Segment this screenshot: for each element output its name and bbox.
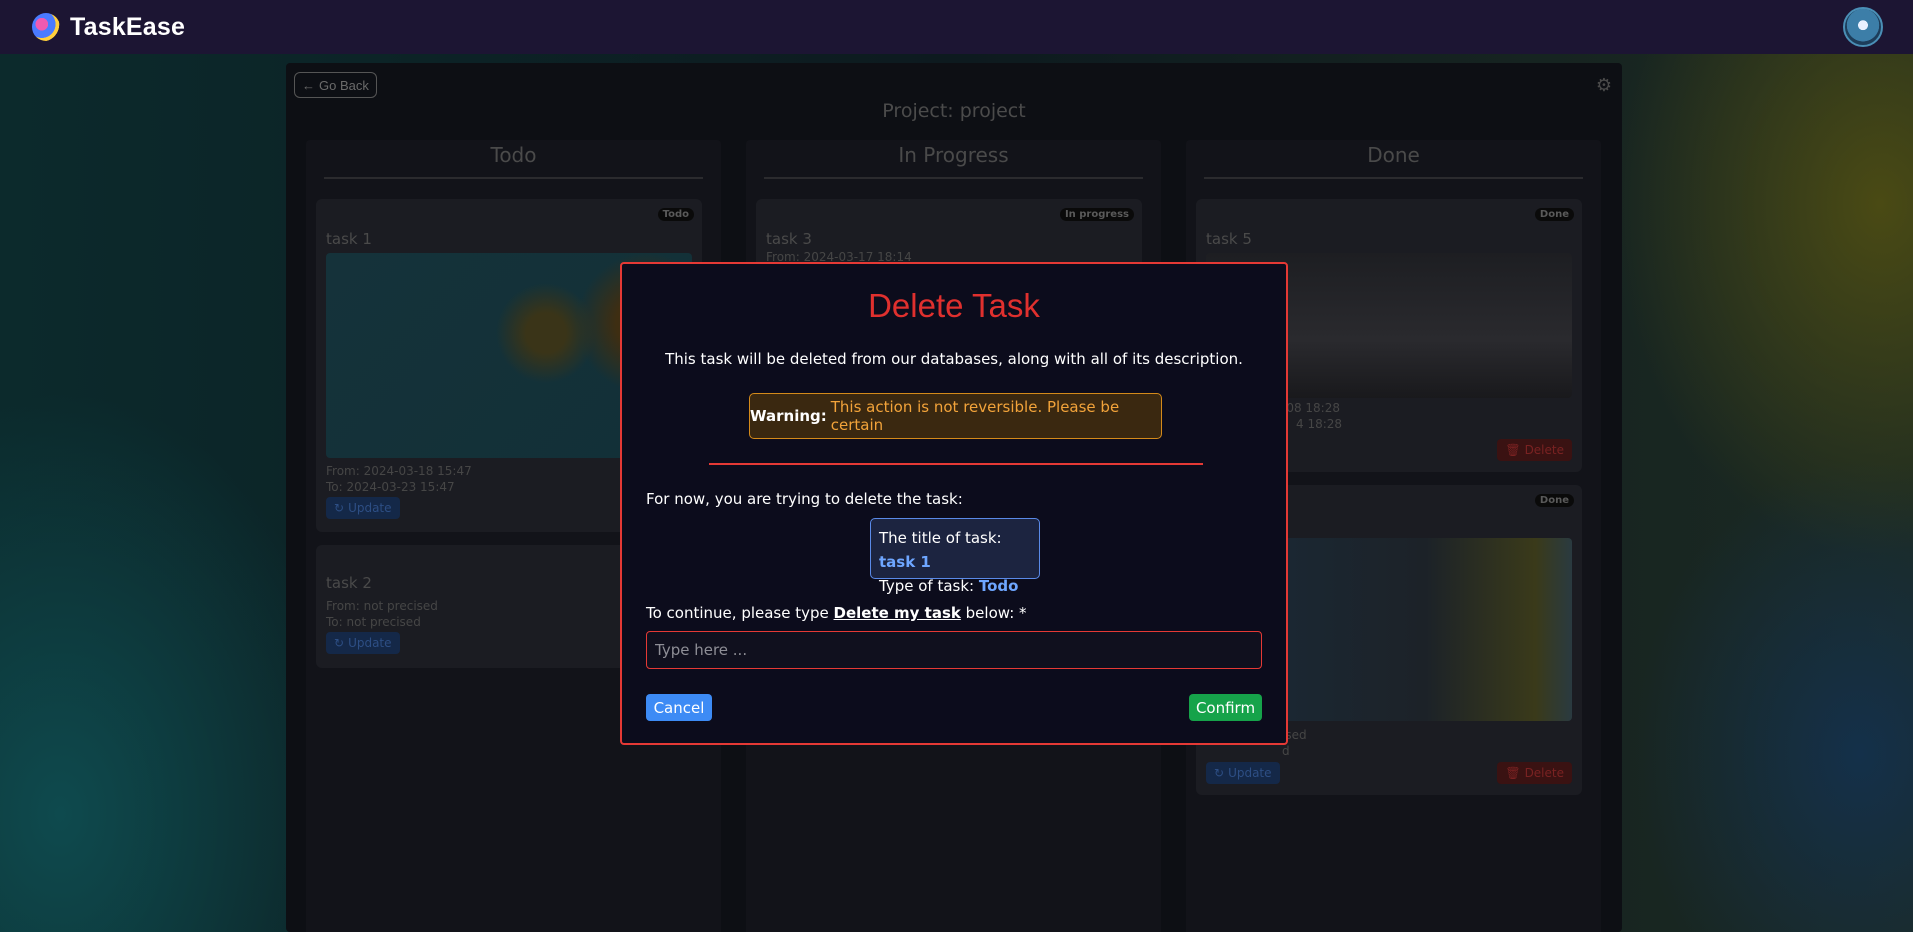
update-button[interactable]: ↻ Update (326, 497, 400, 519)
warning-text: This action is not reversible. Please be… (830, 398, 1120, 434)
task-title: task 3 (766, 230, 812, 248)
task-to-date: To: not precised (326, 615, 421, 629)
navbar: TaskEase (0, 0, 1913, 54)
delete-label: Delete (1524, 766, 1564, 780)
confirm-instructions: To continue, please type Delete my task … (646, 604, 1027, 622)
go-back-label: Go Back (319, 77, 369, 93)
task-info-box: The title of task: task 1 Type of task: … (870, 518, 1040, 595)
delete-task-modal: Delete Task This task will be deleted fr… (620, 262, 1288, 745)
task-from-date: -08 18:28 (1282, 401, 1340, 415)
task-title-value: task 1 (879, 553, 931, 571)
divider (709, 463, 1203, 465)
arrow-left-icon: ← (302, 77, 315, 93)
task-from-date: From: 2024-03-18 15:47 (326, 464, 472, 478)
update-label: Update (1228, 766, 1272, 780)
instructions-suffix: below: * (965, 604, 1027, 622)
refresh-icon: ↻ (334, 501, 345, 515)
task-title-label: The title of task: (879, 529, 1002, 547)
confirm-phrase-input[interactable] (646, 631, 1262, 669)
confirm-button[interactable]: Confirm (1189, 694, 1262, 721)
task-to-date: d (1282, 744, 1290, 758)
warning-box: Warning: This action is not reversible. … (749, 393, 1162, 439)
gear-icon[interactable]: ⚙ (1596, 75, 1612, 96)
task-to-date: To: 2024-03-23 15:47 (326, 480, 455, 494)
task-to-date: 4 18:28 (1296, 417, 1343, 431)
modal-description: This task will be deleted from our datab… (665, 350, 1243, 368)
modal-title: Delete Task (868, 287, 1040, 324)
user-avatar[interactable] (1843, 7, 1883, 47)
task-title: task 2 (326, 574, 372, 592)
task-title: task 5 (1206, 230, 1252, 248)
status-badge: In progress (1059, 208, 1134, 221)
refresh-icon: ↻ (1214, 766, 1225, 780)
brand[interactable]: TaskEase (32, 13, 185, 42)
warning-label: Warning: (750, 407, 827, 425)
app-logo-icon (32, 13, 60, 41)
refresh-icon: ↻ (334, 636, 345, 650)
trash-icon: 🗑 (1505, 443, 1521, 457)
task-type-row: Type of task: Todo (879, 574, 1031, 598)
delete-label: Delete (1524, 443, 1564, 457)
instructions-prefix: To continue, please type (646, 604, 829, 622)
task-from-date: From: not precised (326, 599, 438, 613)
task-title-row: The title of task: task 1 (879, 526, 1031, 574)
column-title: In Progress (764, 143, 1143, 179)
project-title: Project: project (882, 100, 1026, 122)
delete-button[interactable]: 🗑 Delete (1497, 439, 1572, 461)
column-title: Todo (324, 143, 703, 179)
update-label: Update (348, 636, 392, 650)
update-button[interactable]: ↻ Update (326, 632, 400, 654)
column-title: Done (1204, 143, 1583, 179)
task-type-label: Type of task: (879, 577, 975, 595)
status-badge: Todo (657, 208, 694, 221)
delete-button[interactable]: 🗑 Delete (1497, 762, 1572, 784)
status-badge: Done (1534, 494, 1574, 507)
brand-name: TaskEase (70, 12, 186, 41)
status-badge: Done (1534, 208, 1574, 221)
task-title: task 1 (326, 230, 372, 248)
task-type-value: Todo (978, 577, 1019, 595)
go-back-button[interactable]: ← Go Back (294, 72, 377, 98)
trash-icon: 🗑 (1505, 766, 1521, 780)
cancel-button[interactable]: Cancel (646, 694, 712, 721)
delete-target-text: For now, you are trying to delete the ta… (646, 490, 963, 508)
confirm-keyword: Delete my task (833, 604, 961, 622)
update-button[interactable]: ↻ Update (1206, 762, 1280, 784)
update-label: Update (348, 501, 392, 515)
